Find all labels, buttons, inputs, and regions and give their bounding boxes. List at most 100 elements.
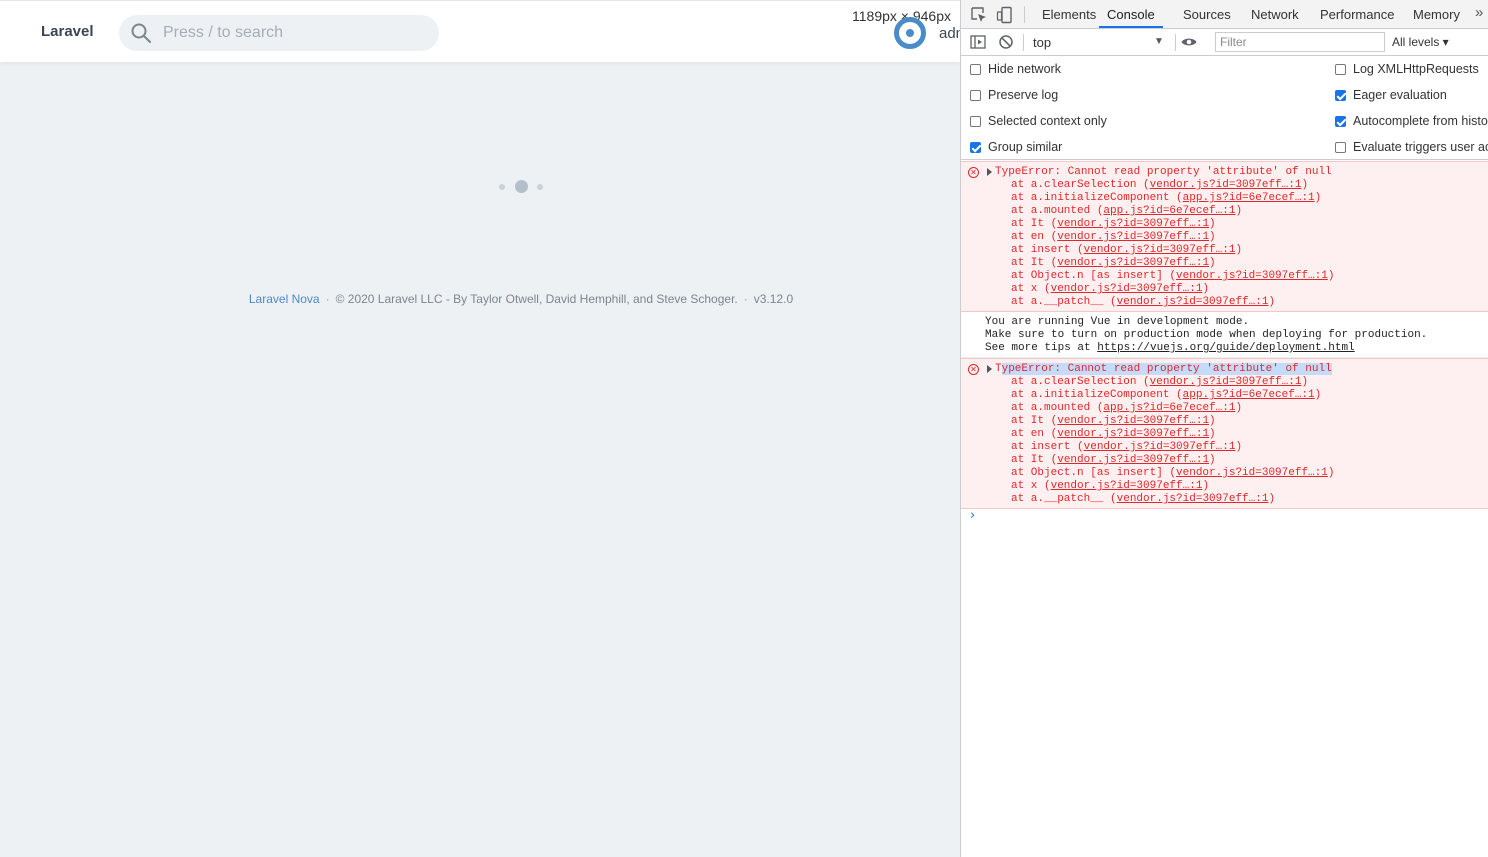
more-tabs-chevron-icon[interactable]: » [1475, 4, 1483, 21]
tab-memory[interactable]: Memory [1413, 0, 1460, 28]
console-settings-pane: Hide network Preserve log Selected conte… [961, 56, 1488, 160]
stack-frame: at It (vendor.js?id=3097eff…:1) [1011, 415, 1216, 427]
stack-frame: at It (vendor.js?id=3097eff…:1) [1011, 257, 1216, 269]
source-link[interactable]: app.js?id=6e7ecef…:1 [1103, 205, 1235, 217]
search-input[interactable] [163, 15, 423, 51]
autocomplete-checkbox[interactable] [1335, 115, 1346, 127]
stack-frame: at x (vendor.js?id=3097eff…:1) [1011, 283, 1210, 295]
tab-performance[interactable]: Performance [1320, 0, 1394, 28]
source-link[interactable]: app.js?id=6e7ecef…:1 [1183, 192, 1315, 204]
source-link[interactable]: vendor.js?id=3097eff…:1 [1150, 376, 1302, 388]
app-viewport: Laravel 1189px × 946px admin Laravel Nov… [0, 0, 960, 857]
context-dropdown-arrow-icon[interactable]: ▼ [1154, 36, 1164, 47]
source-link[interactable]: vendor.js?id=3097eff…:1 [1084, 244, 1236, 256]
brand-logo[interactable]: Laravel [41, 23, 94, 40]
source-link[interactable]: vendor.js?id=3097eff…:1 [1176, 467, 1328, 479]
eager-evaluation-checkbox[interactable] [1335, 89, 1346, 101]
console-error-message: ✕ TypeError: Cannot read property 'attri… [961, 358, 1488, 509]
stack-frame: at a.mounted (app.js?id=6e7ecef…:1) [1011, 205, 1243, 217]
hide-network-checkbox[interactable] [970, 63, 981, 75]
loader-dot [499, 184, 505, 190]
search-icon [131, 23, 151, 43]
global-search[interactable] [119, 15, 439, 51]
evaluate-triggers-option[interactable]: Evaluate triggers user activation [1335, 137, 1488, 157]
stack-frame: at x (vendor.js?id=3097eff…:1) [1011, 480, 1210, 492]
stack-frame: at It (vendor.js?id=3097eff…:1) [1011, 454, 1216, 466]
error-text-selected[interactable]: TypeError: Cannot read property 'attribu… [961, 363, 1488, 376]
stack-frame: at insert (vendor.js?id=3097eff…:1) [1011, 244, 1243, 256]
source-link[interactable]: vendor.js?id=3097eff…:1 [1051, 283, 1203, 295]
source-link[interactable]: vendor.js?id=3097eff…:1 [1150, 179, 1302, 191]
console-error-message: ✕ TypeError: Cannot read property 'attri… [961, 161, 1488, 312]
tab-sources[interactable]: Sources [1183, 0, 1231, 28]
source-link[interactable]: vendor.js?id=3097eff…:1 [1117, 296, 1269, 308]
source-link[interactable]: app.js?id=6e7ecef…:1 [1183, 389, 1315, 401]
devtools-panel: Elements Console Sources Network Perform… [960, 0, 1488, 857]
source-link[interactable]: vendor.js?id=3097eff…:1 [1084, 441, 1236, 453]
expand-triangle-icon[interactable] [987, 168, 992, 176]
sidebar-toggle-icon[interactable] [969, 33, 987, 51]
error-icon: ✕ [968, 364, 979, 375]
vue-deployment-link[interactable]: https://vuejs.org/guide/deployment.html [1097, 342, 1354, 354]
eager-evaluation-option[interactable]: Eager evaluation [1335, 85, 1447, 105]
stack-frame: at a.clearSelection (vendor.js?id=3097ef… [1011, 179, 1309, 191]
source-link[interactable]: vendor.js?id=3097eff…:1 [1057, 218, 1209, 230]
selected-context-checkbox[interactable] [970, 115, 981, 127]
source-link[interactable]: vendor.js?id=3097eff…:1 [1057, 454, 1209, 466]
log-xhr-checkbox[interactable] [1335, 63, 1346, 75]
log-xhr-option[interactable]: Log XMLHttpRequests [1335, 59, 1479, 79]
loader-dot [537, 184, 543, 190]
footer-nova-link[interactable]: Laravel Nova [249, 292, 320, 306]
user-avatar[interactable] [894, 17, 926, 49]
group-similar-checkbox[interactable] [970, 141, 981, 153]
source-link[interactable]: vendor.js?id=3097eff…:1 [1117, 493, 1269, 505]
selected-context-option[interactable]: Selected context only [970, 111, 1107, 131]
stack-frame: at It (vendor.js?id=3097eff…:1) [1011, 218, 1216, 230]
source-link[interactable]: vendor.js?id=3097eff…:1 [1051, 480, 1203, 492]
stack-frame: at a.initializeComponent (app.js?id=6e7e… [1011, 389, 1322, 401]
tab-console[interactable]: Console [1099, 0, 1163, 28]
footer-copyright: © 2020 Laravel LLC - By Taylor Otwell, D… [335, 292, 738, 306]
stack-trace: at a.clearSelection (vendor.js?id=3097ef… [961, 376, 1488, 506]
source-link[interactable]: vendor.js?id=3097eff…:1 [1057, 231, 1209, 243]
console-filter-input[interactable] [1215, 32, 1385, 52]
device-toolbar-icon[interactable] [996, 6, 1014, 24]
live-expression-eye-icon[interactable] [1180, 33, 1198, 51]
stack-frame: at a.mounted (app.js?id=6e7ecef…:1) [1011, 402, 1243, 414]
stack-frame: at Object.n [as insert] (vendor.js?id=30… [1011, 270, 1335, 282]
loader-dot [515, 180, 528, 193]
source-link[interactable]: vendor.js?id=3097eff…:1 [1057, 257, 1209, 269]
group-similar-option[interactable]: Group similar [970, 137, 1062, 157]
stack-trace: at a.clearSelection (vendor.js?id=3097ef… [961, 179, 1488, 309]
expand-triangle-icon[interactable] [987, 365, 992, 373]
footer: Laravel Nova · © 2020 Laravel LLC - By Tay… [248, 292, 794, 306]
evaluate-triggers-checkbox[interactable] [1335, 141, 1346, 153]
autocomplete-option[interactable]: Autocomplete from history [1335, 111, 1488, 131]
footer-version: v3.12.0 [753, 292, 794, 306]
devtools-tab-bar: Elements Console Sources Network Perform… [961, 0, 1488, 29]
console-log-message: You are running Vue in development mode.… [961, 312, 1488, 358]
tab-elements[interactable]: Elements [1042, 0, 1096, 28]
source-link[interactable]: vendor.js?id=3097eff…:1 [1176, 270, 1328, 282]
stack-frame: at a.initializeComponent (app.js?id=6e7e… [1011, 192, 1322, 204]
preserve-log-option[interactable]: Preserve log [970, 85, 1058, 105]
source-link[interactable]: vendor.js?id=3097eff…:1 [1057, 415, 1209, 427]
console-prompt-chevron-icon[interactable]: › [970, 508, 975, 523]
stack-frame: at a.__patch__ (vendor.js?id=3097eff…:1) [1011, 296, 1276, 308]
inspect-element-icon[interactable] [970, 6, 988, 24]
stack-frame: at Object.n [as insert] (vendor.js?id=30… [1011, 467, 1335, 479]
log-levels-dropdown[interactable]: All levels ▾ [1392, 35, 1449, 49]
console-output: ✕ TypeError: Cannot read property 'attri… [961, 161, 1488, 509]
user-name[interactable]: admin [939, 25, 960, 42]
preserve-log-checkbox[interactable] [970, 89, 981, 101]
source-link[interactable]: app.js?id=6e7ecef…:1 [1103, 402, 1235, 414]
stack-frame: at en (vendor.js?id=3097eff…:1) [1011, 428, 1216, 440]
context-selector[interactable]: top [1033, 35, 1163, 50]
error-text[interactable]: TypeError: Cannot read property 'attribu… [961, 166, 1488, 179]
hide-network-option[interactable]: Hide network [970, 59, 1061, 79]
tab-network[interactable]: Network [1251, 0, 1299, 28]
stack-frame: at insert (vendor.js?id=3097eff…:1) [1011, 441, 1243, 453]
stack-frame: at en (vendor.js?id=3097eff…:1) [1011, 231, 1216, 243]
clear-console-icon[interactable] [997, 33, 1015, 51]
source-link[interactable]: vendor.js?id=3097eff…:1 [1057, 428, 1209, 440]
